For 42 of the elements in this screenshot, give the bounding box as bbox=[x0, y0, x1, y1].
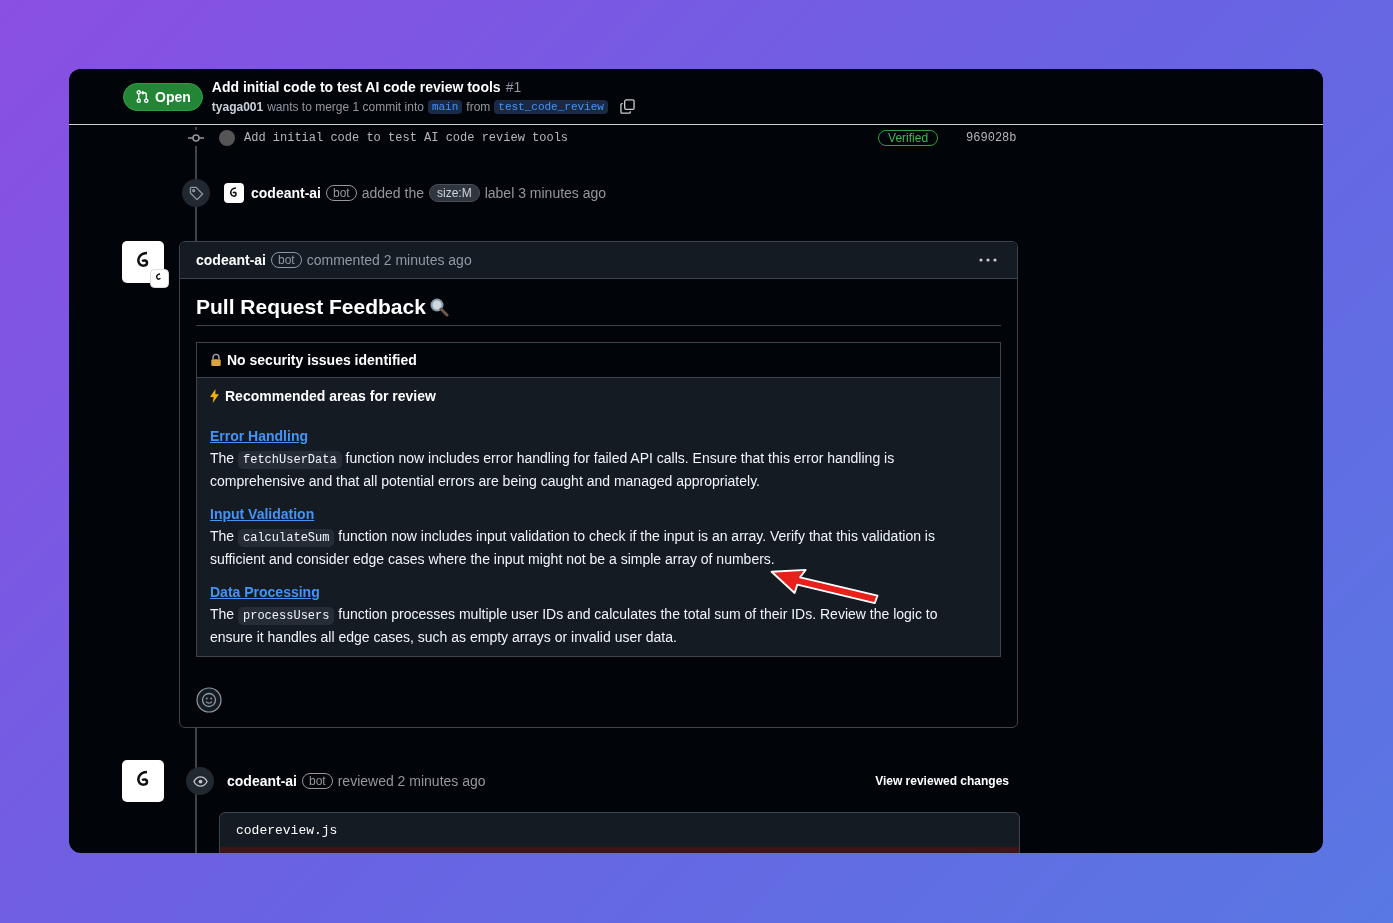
pr-number: #1 bbox=[505, 79, 522, 95]
pull-request-icon bbox=[135, 89, 150, 104]
area-link[interactable]: Error Handling bbox=[210, 428, 308, 444]
bot-avatar-icon bbox=[122, 241, 169, 288]
copy-icon[interactable] bbox=[619, 99, 635, 114]
area-link[interactable]: Data Processing bbox=[210, 584, 320, 600]
review-text: The fetchUserData function now includes error handling for failed API calls. Ensure that this error handling is comprehensive and that all potential errors are being caught and managed appropriately. bbox=[210, 449, 896, 491]
author-name[interactable]: codeant-ai bbox=[227, 773, 297, 789]
security-status: No security issues identified bbox=[227, 352, 417, 368]
author-name[interactable]: codeant-ai bbox=[196, 252, 266, 268]
from-text: from bbox=[466, 99, 491, 114]
file-name[interactable]: codereview.js bbox=[236, 823, 338, 838]
label-tag[interactable]: size:M bbox=[429, 184, 480, 202]
event-text: added the bbox=[361, 185, 424, 201]
commit-sha[interactable]: 969028b bbox=[966, 131, 1017, 145]
event-time: reviewed 2 minutes ago bbox=[337, 773, 486, 789]
lock-icon bbox=[210, 353, 222, 367]
author-name[interactable]: tyaga001 bbox=[211, 99, 264, 114]
comment-heading: Pull Request Feedback bbox=[196, 295, 426, 319]
tag-icon bbox=[182, 179, 210, 207]
more-options-icon[interactable] bbox=[979, 258, 997, 262]
view-changes-link[interactable]: View reviewed changes bbox=[875, 774, 1009, 788]
review-text: The calculateSum function now includes input validation to check if the input is an array. Verify that this validation is sufficient and consider edge cases where the input might not be a simple array of numbers. bbox=[210, 527, 936, 569]
add-reaction-icon[interactable] bbox=[196, 687, 222, 713]
section-title: Recommended areas for review bbox=[225, 388, 436, 404]
pr-title: Add initial code to test AI code review tools bbox=[211, 79, 501, 95]
author-name[interactable]: codeant-ai bbox=[251, 185, 321, 201]
event-time: label 3 minutes ago bbox=[484, 185, 607, 201]
branch-tag[interactable]: test_code_review bbox=[494, 99, 608, 114]
eye-icon bbox=[186, 767, 214, 795]
avatar bbox=[219, 130, 235, 146]
bot-avatar-icon bbox=[122, 760, 164, 802]
commit-message[interactable]: Add initial code to test AI code review tools bbox=[244, 131, 569, 145]
lightning-icon bbox=[210, 389, 219, 403]
merge-text: wants to merge 1 commit into bbox=[267, 99, 424, 114]
bot-avatar-icon bbox=[224, 183, 244, 203]
branch-tag[interactable]: main bbox=[427, 99, 463, 114]
comment-time: commented 2 minutes ago bbox=[306, 252, 472, 268]
magnifier-icon bbox=[428, 297, 449, 317]
status-badge: Open bbox=[123, 82, 203, 111]
review-text: The processUsers function processes multiple user IDs and calculates the total sum of their IDs. Review the logic to ensure it handles all edge cases, such as empty arrays or invalid user data. bbox=[210, 605, 939, 647]
area-link[interactable]: Input Validation bbox=[210, 506, 315, 522]
